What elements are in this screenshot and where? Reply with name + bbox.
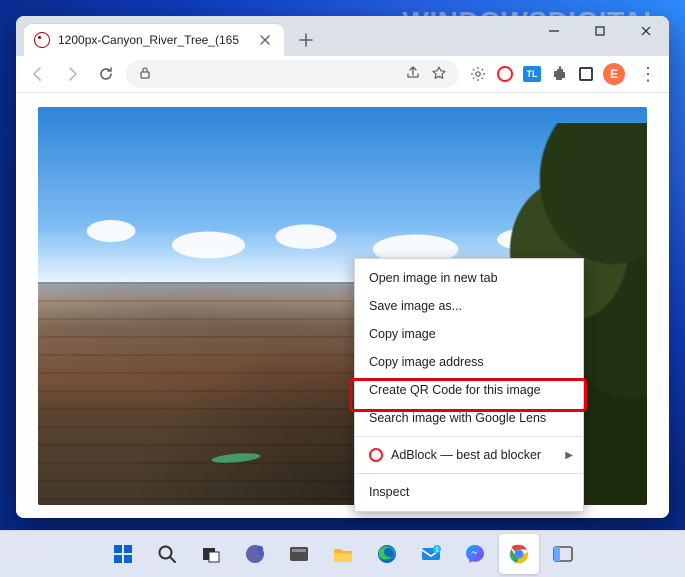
tl-extension-icon[interactable]: TL bbox=[523, 66, 541, 82]
ctx-separator bbox=[355, 436, 583, 437]
profile-avatar[interactable]: E bbox=[603, 63, 625, 85]
wikimedia-favicon bbox=[34, 32, 50, 48]
back-button[interactable] bbox=[24, 60, 52, 88]
new-tab-button[interactable] bbox=[292, 26, 320, 54]
chrome-menu-button[interactable]: ⋮ bbox=[635, 64, 661, 85]
browser-toolbar: TL E ⋮ bbox=[16, 56, 669, 93]
ctx-open-image-new-tab[interactable]: Open image in new tab bbox=[355, 264, 583, 292]
tab-strip: 1200px-Canyon_River_Tree_(165 bbox=[16, 16, 669, 56]
ctx-label: Create QR Code for this image bbox=[369, 383, 541, 397]
search-button[interactable] bbox=[147, 534, 187, 574]
adblock-extension-icon[interactable] bbox=[497, 66, 513, 82]
ctx-adblock-submenu[interactable]: AdBlock — best ad blocker ▶ bbox=[355, 441, 583, 469]
tab-title: 1200px-Canyon_River_Tree_(165 bbox=[58, 33, 248, 47]
close-tab-button[interactable] bbox=[256, 31, 274, 49]
ctx-copy-image[interactable]: Copy image bbox=[355, 320, 583, 348]
chat-button[interactable] bbox=[235, 534, 275, 574]
extensions-puzzle-icon[interactable] bbox=[551, 65, 569, 83]
mail-button[interactable]: 1 bbox=[411, 534, 451, 574]
widgets-button[interactable] bbox=[279, 534, 319, 574]
ctx-separator bbox=[355, 473, 583, 474]
ctx-label: Save image as... bbox=[369, 299, 462, 313]
extensions-row: TL E ⋮ bbox=[465, 63, 661, 85]
ctx-copy-image-address[interactable]: Copy image address bbox=[355, 348, 583, 376]
chrome-taskbar-button[interactable] bbox=[499, 534, 539, 574]
file-explorer-button[interactable] bbox=[323, 534, 363, 574]
windows-taskbar: 1 bbox=[0, 530, 685, 577]
forward-button[interactable] bbox=[58, 60, 86, 88]
lock-icon bbox=[138, 66, 152, 83]
bookmark-star-icon[interactable] bbox=[431, 65, 447, 84]
image-context-menu: Open image in new tab Save image as... C… bbox=[354, 258, 584, 512]
ctx-create-qr-code[interactable]: Create QR Code for this image bbox=[355, 376, 583, 404]
ctx-label: Inspect bbox=[369, 485, 409, 499]
settings-gear-icon[interactable] bbox=[469, 65, 487, 83]
ctx-label: Open image in new tab bbox=[369, 271, 498, 285]
close-window-button[interactable] bbox=[623, 16, 669, 46]
ctx-label: Search image with Google Lens bbox=[369, 411, 546, 425]
edge-browser-button[interactable] bbox=[367, 534, 407, 574]
reload-button[interactable] bbox=[92, 60, 120, 88]
adblock-icon bbox=[369, 448, 383, 462]
messenger-button[interactable] bbox=[455, 534, 495, 574]
start-button[interactable] bbox=[103, 534, 143, 574]
ctx-inspect[interactable]: Inspect bbox=[355, 478, 583, 506]
ctx-save-image-as[interactable]: Save image as... bbox=[355, 292, 583, 320]
address-bar[interactable] bbox=[126, 60, 459, 88]
maximize-button[interactable] bbox=[577, 16, 623, 46]
submenu-arrow-icon: ▶ bbox=[565, 450, 573, 461]
task-view-button[interactable] bbox=[191, 534, 231, 574]
browser-tab[interactable]: 1200px-Canyon_River_Tree_(165 bbox=[24, 24, 284, 56]
ctx-search-google-lens[interactable]: Search image with Google Lens bbox=[355, 404, 583, 432]
ctx-label: AdBlock — best ad blocker bbox=[391, 448, 541, 462]
sidepanel-icon[interactable] bbox=[579, 67, 593, 81]
generic-app-button[interactable] bbox=[543, 534, 583, 574]
minimize-button[interactable] bbox=[531, 16, 577, 46]
share-icon[interactable] bbox=[405, 65, 421, 84]
ctx-label: Copy image bbox=[369, 327, 436, 341]
ctx-label: Copy image address bbox=[369, 355, 484, 369]
window-controls bbox=[531, 16, 669, 46]
